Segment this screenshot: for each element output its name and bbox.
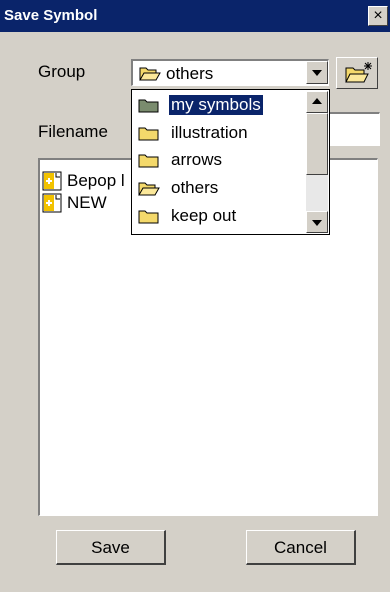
chevron-down-icon [312, 70, 322, 76]
dropdown-item-label: my symbols [169, 95, 263, 115]
dropdown-item-keep-out[interactable]: keep out [136, 204, 306, 228]
list-item[interactable]: NEW [42, 192, 122, 214]
filename-label: Filename [38, 122, 108, 141]
scroll-up-button[interactable] [306, 91, 328, 113]
group-combobox[interactable]: others [131, 59, 329, 86]
dropdown-item-illustration[interactable]: illustration [136, 121, 306, 145]
dropdown-item-my-symbols[interactable]: my symbols [136, 93, 306, 117]
folder-closed-icon [138, 97, 160, 118]
dropdown-item-label: illustration [171, 123, 248, 142]
folder-closed-icon [138, 125, 160, 146]
group-label: Group [38, 62, 86, 81]
dropdown-item-others[interactable]: others [136, 176, 306, 200]
folder-closed-icon [138, 208, 160, 229]
chevron-down-icon [312, 220, 322, 226]
new-group-button[interactable] [336, 57, 378, 89]
dropdown-item-label: keep out [171, 206, 237, 225]
group-combobox-value: others [166, 64, 214, 83]
scroll-down-button[interactable] [306, 211, 328, 233]
folder-closed-icon [138, 152, 160, 173]
save-button[interactable]: Save [56, 530, 166, 565]
dropdown-item-arrows[interactable]: arrows [136, 148, 306, 172]
dropdown-item-label: arrows [171, 150, 223, 169]
chevron-up-icon [312, 98, 322, 104]
group-dropdown-list[interactable]: my symbols illustration arrows others ke… [131, 89, 330, 235]
list-item-label: Bepop l [67, 171, 125, 190]
group-dropdown-button[interactable] [306, 61, 328, 84]
title-bar: Save Symbol × [0, 0, 390, 32]
save-symbol-dialog: Save Symbol × Group others Filename Bepo… [0, 0, 390, 592]
folder-open-icon [139, 65, 161, 86]
symbol-file-icon [42, 193, 62, 218]
new-folder-icon [345, 62, 372, 83]
list-item[interactable]: Bepop l [42, 170, 142, 192]
dialog-title: Save Symbol [4, 7, 98, 24]
list-item-label: NEW [67, 193, 107, 212]
close-icon: × [373, 7, 383, 24]
scroll-thumb[interactable] [306, 113, 328, 175]
dropdown-scrollbar[interactable] [306, 91, 328, 233]
dropdown-item-label: others [171, 178, 219, 197]
close-button[interactable]: × [368, 6, 388, 26]
folder-open-icon [138, 180, 160, 201]
cancel-button[interactable]: Cancel [246, 530, 356, 565]
